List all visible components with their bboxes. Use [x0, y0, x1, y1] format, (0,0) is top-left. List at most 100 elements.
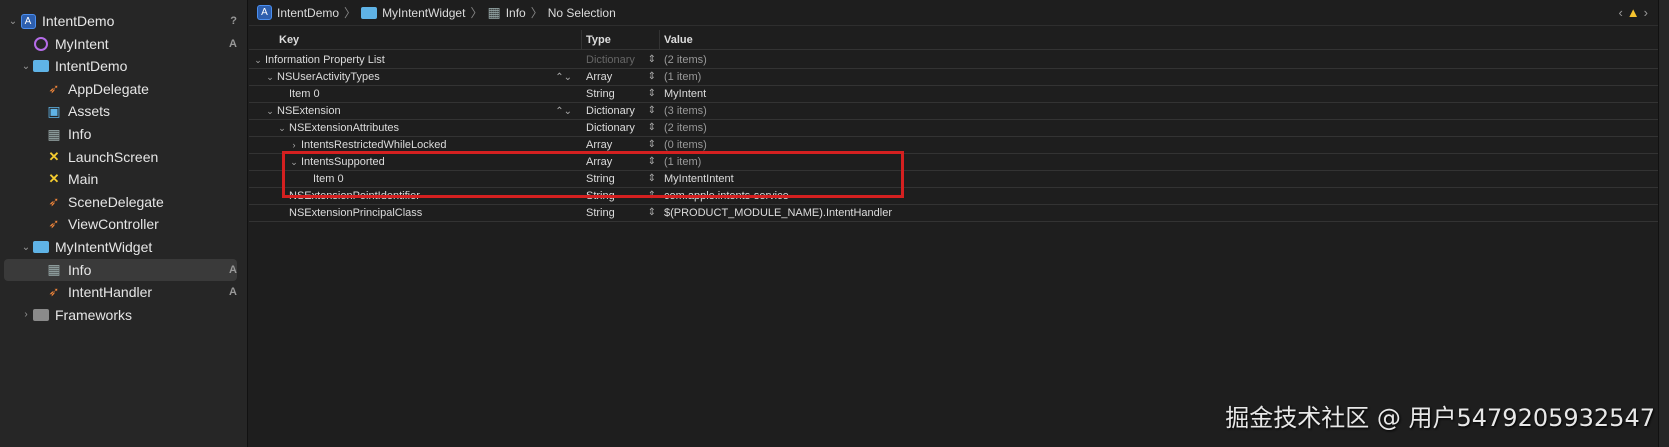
disclosure-icon[interactable]: ⌄: [277, 123, 287, 134]
swift-icon: ➶: [48, 216, 60, 232]
type-cell[interactable]: String: [586, 207, 615, 219]
navigator-item[interactable]: ▦ Info A: [4, 258, 237, 281]
key-cell[interactable]: NSExtensionAttributes: [289, 122, 399, 134]
next-issue-button[interactable]: ›: [1644, 5, 1648, 20]
navigator-item[interactable]: ➶ AppDelegate: [4, 78, 237, 100]
navigator-item-label: Main: [68, 171, 99, 188]
type-cell[interactable]: Array: [586, 71, 612, 83]
warning-icon[interactable]: ▲: [1627, 5, 1640, 20]
plist-icon: ▦: [47, 125, 61, 142]
value-cell[interactable]: (0 items): [660, 139, 707, 151]
swift-icon: ➶: [48, 80, 60, 96]
type-cell[interactable]: Dictionary: [586, 122, 635, 134]
key-cell[interactable]: NSUserActivityTypes: [277, 71, 380, 83]
navigator-item[interactable]: ✕ LaunchScreen: [4, 146, 237, 168]
assets-icon: ▣: [47, 102, 61, 119]
stepper-icon[interactable]: ⇕: [648, 88, 656, 99]
inspector-panel: [1658, 0, 1669, 447]
stepper-icon[interactable]: ⇕: [648, 207, 656, 218]
column-type[interactable]: Type: [582, 30, 660, 49]
stepper-icon[interactable]: ⇕: [648, 139, 656, 150]
navigator-item[interactable]: ▦ Info: [4, 123, 237, 145]
navigator-item-label: MyIntent: [55, 35, 109, 52]
navigator-item[interactable]: ➶ ViewController: [4, 213, 237, 235]
disclosure-icon[interactable]: ⌄: [19, 61, 33, 72]
navigator-item[interactable]: ⌄ A IntentDemo?: [4, 10, 237, 32]
key-cell[interactable]: IntentsRestrictedWhileLocked: [301, 139, 447, 151]
disclosure-icon[interactable]: ⌄: [19, 242, 33, 253]
type-cell[interactable]: Dictionary: [586, 54, 635, 66]
navigator-item[interactable]: ⌄ MyIntentWidget: [4, 236, 237, 258]
table-row[interactable]: ⌄ Information Property List Dictionary ⇕ (2 …: [249, 52, 1658, 69]
navigator-item-label: Assets: [68, 103, 111, 120]
disclosure-icon[interactable]: ›: [289, 140, 299, 150]
value-cell[interactable]: (2 items): [660, 122, 707, 134]
breadcrumb-file[interactable]: Info: [506, 6, 526, 20]
value-cell[interactable]: (1 item): [660, 71, 701, 83]
swift-icon: ➶: [48, 284, 60, 300]
column-key[interactable]: Key: [249, 30, 582, 49]
value-cell[interactable]: MyIntent: [660, 88, 706, 100]
navigator-item[interactable]: ➶ SceneDelegate: [4, 191, 237, 213]
folder-gray-icon: [33, 307, 49, 323]
navigator-item-label: IntentHandler: [68, 284, 153, 301]
navigator-item[interactable]: MyIntent A: [4, 33, 237, 55]
value-cell[interactable]: (2 items): [660, 54, 707, 66]
plist-icon: ▦: [487, 4, 501, 20]
folder-icon: [361, 6, 378, 19]
disclosure-icon[interactable]: ⌄: [265, 72, 275, 83]
previous-issue-button[interactable]: ‹: [1618, 5, 1622, 20]
table-row[interactable]: ⌄ NSExtension ⌃⌄ Dictionary ⇕ (3 items): [249, 103, 1658, 120]
breadcrumb-group[interactable]: MyIntentWidget: [382, 6, 465, 20]
type-cell[interactable]: String: [586, 88, 615, 100]
breadcrumb-project[interactable]: IntentDemo: [277, 6, 339, 20]
table-row[interactable]: Item 0 String ⇕ MyIntent: [249, 86, 1658, 103]
disclosure-icon[interactable]: ⌄: [6, 16, 20, 27]
disclosure-icon[interactable]: ›: [19, 309, 33, 320]
table-row[interactable]: ⌄ NSExtensionAttributes Dictionary ⇕ (2 item…: [249, 120, 1658, 137]
highlight-box: [282, 151, 904, 198]
navigator-item[interactable]: › Frameworks: [4, 304, 237, 326]
navigator-item-label: LaunchScreen: [68, 148, 159, 165]
chevron-right-icon: 〉: [470, 6, 483, 20]
disclosure-icon[interactable]: ⌄: [253, 55, 263, 66]
chevron-right-icon: 〉: [530, 6, 543, 20]
column-value[interactable]: Value: [660, 30, 1658, 49]
disclosure-icon[interactable]: ⌄: [265, 106, 275, 117]
key-cell[interactable]: Information Property List: [265, 54, 385, 66]
project-navigator: ⌄ A IntentDemo? MyIntent A ⌄ IntentDemo ➶ AppDel…: [0, 0, 248, 447]
stepper-icon[interactable]: ⇕: [648, 105, 656, 116]
stepper-icon[interactable]: ⇕: [648, 71, 656, 82]
key-cell[interactable]: NSExtensionPrincipalClass: [289, 207, 422, 219]
key-cell[interactable]: Item 0: [289, 88, 320, 100]
folder-icon: [33, 58, 49, 74]
navigator-item-label: ViewController: [68, 216, 159, 233]
project-icon: A: [257, 5, 272, 20]
type-cell[interactable]: Array: [586, 139, 612, 151]
navigator-item-label: IntentDemo: [42, 13, 115, 29]
table-row[interactable]: ⌄ NSUserActivityTypes ⌃⌄ Array ⇕ (1 item): [249, 69, 1658, 86]
folder-icon: [33, 239, 49, 255]
plist-icon: ▦: [47, 261, 61, 278]
storyboard-icon: ✕: [48, 148, 60, 164]
navigator-item[interactable]: ⌄ IntentDemo: [4, 55, 237, 77]
key-cell[interactable]: NSExtension: [277, 105, 341, 117]
navigator-item-label: AppDelegate: [68, 80, 149, 97]
breadcrumb: A IntentDemo 〉 MyIntentWidget 〉 ▦ Info 〉…: [249, 0, 1658, 26]
navigator-item[interactable]: ➶ IntentHandler A: [4, 281, 237, 303]
navigator-item-label: Info: [68, 126, 92, 142]
table-row[interactable]: NSExtensionPrincipalClass String ⇕ $(PRODUC…: [249, 205, 1658, 222]
stepper-icon[interactable]: ⌃⌄: [555, 72, 572, 83]
stepper-icon[interactable]: ⇕: [648, 122, 656, 133]
stepper-icon[interactable]: ⇕: [648, 54, 656, 65]
breadcrumb-selection[interactable]: No Selection: [548, 6, 616, 20]
storyboard-icon: ✕: [48, 171, 60, 187]
project-icon: A: [20, 13, 36, 29]
value-cell[interactable]: $(PRODUCT_MODULE_NAME).IntentHandler: [660, 207, 892, 219]
stepper-icon[interactable]: ⌃⌄: [555, 106, 572, 117]
value-cell[interactable]: (3 items): [660, 105, 707, 117]
navigator-item[interactable]: ▣ Assets: [4, 100, 237, 122]
status-badge: A: [229, 286, 237, 299]
type-cell[interactable]: Dictionary: [586, 105, 635, 117]
navigator-item[interactable]: ✕ Main: [4, 168, 237, 190]
